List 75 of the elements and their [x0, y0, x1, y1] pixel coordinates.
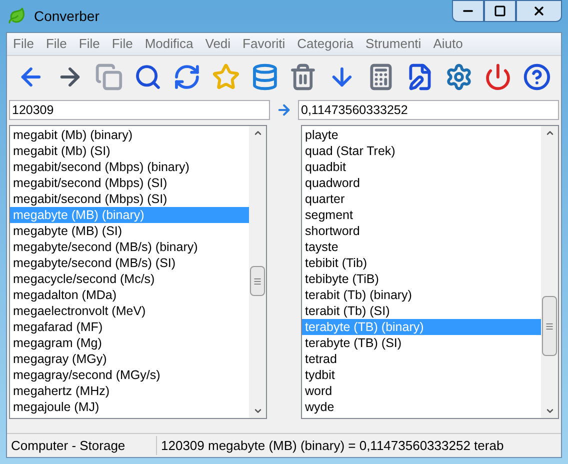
list-item[interactable]: tebibit (Tib) [302, 255, 541, 271]
unit-list[interactable] [301, 125, 559, 419]
list-item[interactable]: tydbit [302, 367, 541, 383]
list-item[interactable]: word [302, 383, 541, 399]
list-item[interactable]: megahertz (MHz) [10, 383, 249, 399]
list-item[interactable]: megabit (Mb) (SI) [10, 143, 249, 159]
list-item[interactable]: quadword [302, 175, 541, 191]
menu-item[interactable]: Vedi [205, 34, 231, 54]
close-icon [532, 4, 546, 18]
menu-item[interactable]: File [13, 34, 34, 54]
menu-item[interactable]: Strumenti [366, 34, 422, 54]
list-item[interactable]: megabit/second (Mbps) (binary) [10, 159, 249, 175]
window-title: Converber [34, 6, 100, 26]
menu-item[interactable]: Categoria [297, 34, 354, 54]
minimize-button[interactable] [452, 0, 484, 22]
list-item[interactable]: tebibyte (TiB) [302, 271, 541, 287]
list-item[interactable]: megabit (Mb) (binary) [10, 127, 249, 143]
list-item[interactable]: megajoule (MJ) [10, 399, 249, 415]
trash-icon[interactable] [289, 62, 318, 90]
list-item[interactable]: segment [302, 207, 541, 223]
scroll-down-icon[interactable] [544, 406, 554, 416]
list-item[interactable]: terabit (Tb) (SI) [302, 303, 541, 319]
scroll-down-icon[interactable] [252, 406, 262, 416]
close-button[interactable] [516, 0, 562, 22]
unit-list[interactable] [9, 125, 267, 419]
list-item[interactable]: quarter [302, 191, 541, 207]
scrollbar[interactable] [541, 126, 558, 418]
cylinder-icon[interactable] [250, 62, 278, 90]
maximize-icon [494, 5, 506, 17]
list-item[interactable]: megabit/second (Mbps) (SI) [10, 175, 249, 191]
menu-item[interactable]: File [78, 34, 100, 54]
status-category: Computer - Storage [7, 436, 157, 456]
menu-item[interactable]: Favoriti [242, 34, 286, 54]
maximize-button[interactable] [484, 0, 516, 22]
list-item[interactable]: shortword [302, 223, 541, 239]
search-icon[interactable] [134, 62, 162, 90]
list-item[interactable]: tayste [302, 239, 541, 255]
list-item[interactable]: megabyte/second (MB/s) (SI) [10, 255, 249, 271]
list-item[interactable]: megagray/second (MGy/s) [10, 367, 249, 383]
scroll-thumb[interactable] [250, 266, 265, 296]
power-icon[interactable] [484, 62, 512, 90]
list-item[interactable]: playte [302, 127, 541, 143]
list-item[interactable]: megabyte/second (MB/s) (binary) [10, 239, 249, 255]
scroll-up-icon[interactable] [252, 128, 262, 138]
list-item[interactable]: megabit/second (Mbps) (SI) [10, 191, 249, 207]
list-item[interactable]: megacycle/second (Mc/s) [10, 271, 249, 287]
list-item[interactable]: megagram (Mg) [10, 335, 249, 351]
input-field[interactable]: 120309 [9, 100, 270, 120]
grip-icon [253, 276, 262, 286]
list-item[interactable]: wyde [302, 399, 541, 415]
list-item[interactable]: megadalton (MDa) [10, 287, 249, 303]
settings-icon[interactable] [445, 62, 474, 90]
list-item[interactable]: megaelectronvolt (MeV) [10, 303, 249, 319]
app-logo-icon [8, 7, 26, 25]
swap-arrows-icon[interactable] [172, 62, 201, 90]
scroll-up-icon[interactable] [544, 128, 554, 138]
list-item[interactable]: quadbit [302, 159, 541, 175]
menu-item[interactable]: Modifica [144, 34, 194, 54]
help-icon[interactable] [522, 62, 551, 90]
scrollbar[interactable] [249, 126, 266, 418]
scroll-thumb[interactable] [542, 296, 557, 356]
menu-item[interactable]: File [112, 34, 133, 54]
list-item[interactable]: quad (Star Trek) [302, 143, 541, 159]
list-item[interactable]: terabit (Tb) (binary) [302, 287, 541, 303]
menu-item[interactable]: Aiuto [433, 34, 463, 54]
arrow-right-icon [276, 102, 292, 118]
list-item[interactable]: tetrad [302, 351, 541, 367]
list-item[interactable]: megafarad (MF) [10, 319, 249, 335]
list-item[interactable]: megabyte (MB) (SI) [10, 223, 249, 239]
status-result: 120309 megabyte (MB) (binary) = 0,11473560333252 terab [160, 436, 505, 455]
grip-icon [545, 322, 554, 330]
list-item[interactable]: megagray (MGy) [10, 351, 249, 367]
menu-item[interactable]: File [46, 34, 67, 54]
list-item[interactable]: terabyte (TB) (SI) [302, 335, 541, 351]
output-field[interactable]: 0,11473560333252 [298, 100, 559, 120]
